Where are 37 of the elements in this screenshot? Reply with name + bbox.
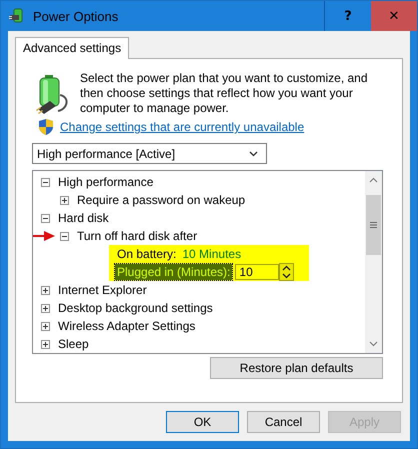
expand-icon[interactable] xyxy=(41,322,50,330)
tree-item[interactable]: Internet Explorer xyxy=(58,283,147,297)
setting-value: 10 Minutes xyxy=(182,247,242,261)
plan-dropdown[interactable]: High performance [Active] xyxy=(32,143,267,164)
tree-item[interactable]: Require a password on wakeup xyxy=(77,193,246,207)
collapse-icon[interactable] xyxy=(41,214,50,222)
tree-item[interactable]: Turn off hard disk after xyxy=(77,229,198,243)
expand-icon[interactable] xyxy=(41,304,50,312)
grip-icon xyxy=(370,222,377,228)
dialog-button[interactable]: OK xyxy=(166,411,239,433)
tree-item[interactable]: Sleep xyxy=(58,337,89,351)
tree-item[interactable]: Desktop background settings xyxy=(58,301,213,315)
chevron-down-icon xyxy=(249,150,258,156)
tab[interactable]: Advanced settings xyxy=(15,37,130,59)
minutes-field[interactable]: 10 xyxy=(235,264,280,280)
spin-buttons[interactable] xyxy=(279,263,294,281)
collapse-icon[interactable] xyxy=(60,232,69,240)
tree-item[interactable]: High performance xyxy=(58,175,154,189)
settings-link[interactable]: Change settings that are currently unavailable xyxy=(60,120,304,134)
battery-plug-icon xyxy=(36,75,70,115)
restore-defaults-button[interactable]: Restore plan defaults xyxy=(210,357,383,379)
scroll-up-icon xyxy=(369,177,378,183)
shield-icon xyxy=(39,119,53,135)
tree-item[interactable]: Hard disk xyxy=(58,211,109,225)
expand-icon[interactable] xyxy=(41,286,50,294)
tree-item[interactable]: Wireless Adapter Settings xyxy=(58,319,196,333)
expand-icon[interactable] xyxy=(41,340,50,348)
setting-label[interactable]: Plugged in (Minutes): xyxy=(115,264,232,280)
description-text: Select the power plan that you want to customize, and then choose settings that reflect how you want your computer to manage power. xyxy=(80,71,369,116)
dialog-button[interactable]: Cancel xyxy=(247,411,320,433)
close-button[interactable]: ✕ xyxy=(371,1,417,31)
setting-label: On battery: xyxy=(116,246,178,262)
scrollbar[interactable] xyxy=(365,171,382,353)
scroll-down-icon xyxy=(369,341,378,347)
collapse-icon[interactable] xyxy=(41,178,50,186)
expand-icon[interactable] xyxy=(60,196,69,204)
window-title: Power Options xyxy=(33,8,120,24)
